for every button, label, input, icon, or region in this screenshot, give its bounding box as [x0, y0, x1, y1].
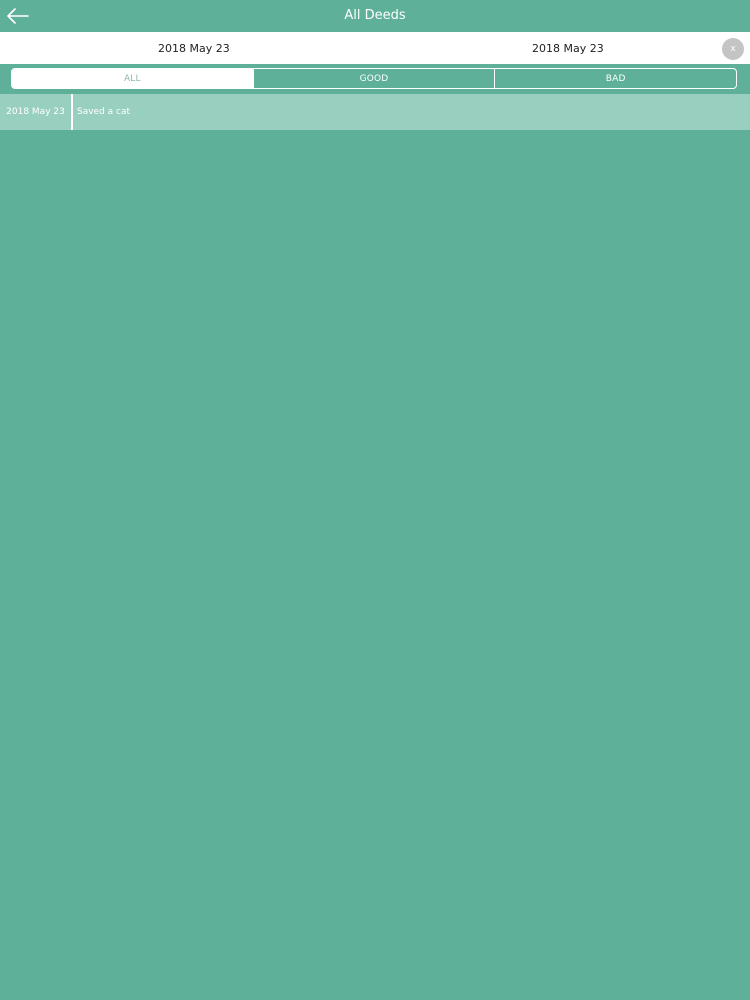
- deed-date: 2018 May 23: [0, 94, 73, 130]
- deed-text: Saved a cat: [77, 107, 131, 117]
- start-date-field[interactable]: 2018 May 23: [158, 42, 230, 55]
- end-date-field[interactable]: 2018 May 23: [532, 42, 604, 55]
- tab-good[interactable]: GOOD: [254, 69, 496, 88]
- date-range-bar: 2018 May 23 2018 May 23: [0, 32, 750, 64]
- app-screen: All Deeds 2018 May 23 2018 May 23 x ALL …: [0, 0, 750, 1000]
- header-bar: All Deeds: [0, 0, 750, 32]
- clear-dates-button[interactable]: x: [722, 38, 744, 60]
- page-title: All Deeds: [344, 8, 406, 23]
- tab-bad[interactable]: BAD: [495, 69, 736, 88]
- filter-segmented-control: ALL GOOD BAD: [11, 68, 737, 89]
- deed-row[interactable]: 2018 May 23 Saved a cat: [0, 94, 750, 130]
- tab-all[interactable]: ALL: [12, 69, 254, 88]
